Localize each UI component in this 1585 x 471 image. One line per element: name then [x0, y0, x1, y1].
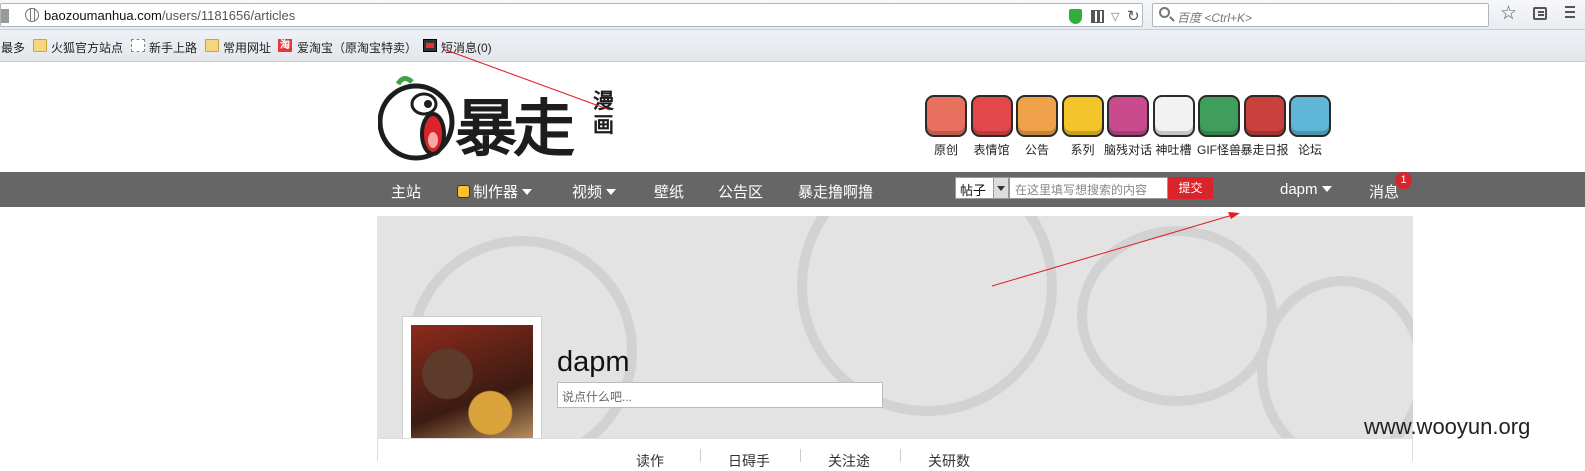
taobao-icon: 淘 — [278, 39, 292, 52]
status-input[interactable]: 说点什么吧... — [557, 382, 883, 408]
reload-icon[interactable]: ↻ — [1127, 7, 1140, 25]
message-count-badge: 1 — [1395, 172, 1412, 189]
avatar[interactable] — [402, 316, 542, 456]
chevron-down-icon[interactable]: ▽ — [1111, 10, 1119, 23]
tab-edge — [1, 9, 9, 23]
nav-wallpaper[interactable]: 壁纸 — [654, 181, 684, 202]
forum-icon — [1289, 95, 1331, 137]
caret-down-icon — [1321, 186, 1332, 192]
bookmark-newbie[interactable]: 新手上路 — [149, 39, 197, 56]
maker-icon — [457, 185, 470, 198]
channel-label: GIF怪兽 — [1197, 143, 1241, 157]
channel-label: 神吐槽 — [1155, 143, 1192, 157]
folder-icon — [205, 39, 219, 52]
nav-lol[interactable]: 暴走撸啊撸 — [798, 181, 873, 202]
url-input[interactable]: baozoumanhua.com/users/1181656/articles … — [0, 3, 1143, 27]
channel-label: 公告 — [1024, 143, 1049, 157]
tab-works[interactable]: 读作 — [636, 451, 664, 471]
search-submit-button[interactable]: 提交 — [1168, 177, 1213, 199]
bookmark-firefox[interactable]: 火狐官方站点 — [51, 39, 123, 56]
face-icon — [970, 95, 1013, 137]
message-icon — [423, 39, 437, 52]
profile-username: dapm — [557, 346, 630, 378]
menu-icon[interactable] — [1565, 6, 1575, 8]
daily-icon — [1243, 95, 1286, 137]
nav-maker[interactable]: 制作器 — [457, 181, 533, 202]
logo-subtext: 漫画 — [593, 90, 614, 137]
caret-down-icon — [606, 189, 617, 195]
channel-label: 表情馆 — [973, 143, 1010, 157]
shield-icon[interactable] — [1069, 9, 1082, 24]
caret-down-icon — [522, 189, 533, 195]
pencil-icon — [925, 95, 967, 137]
tab-divider — [800, 449, 801, 462]
channel-link[interactable]: 表情馆 — [966, 95, 1018, 158]
channel-label: 系列 — [1070, 143, 1095, 157]
main-nav — [0, 172, 1585, 207]
bookmark-common[interactable]: 常用网址 — [223, 39, 271, 56]
bookmark-most[interactable]: 最多 — [1, 39, 25, 56]
channel-label: 原创 — [933, 143, 958, 157]
watermark: www.wooyun.org — [1364, 414, 1531, 439]
globe-icon — [25, 8, 39, 22]
tv-icon — [1061, 95, 1104, 137]
nav-home[interactable]: 主站 — [391, 181, 421, 202]
bookmarks-bar: 最多 火狐官方站点 新手上路 常用网址 淘 爱淘宝（原淘宝特卖） 短消息(0) — [0, 30, 1585, 62]
profile-tabs: 读作 日碍手 关注途 关研数 — [377, 438, 1413, 469]
bookmark-taobao[interactable]: 爱淘宝（原淘宝特卖） — [297, 39, 417, 56]
channel-link[interactable]: GIF怪兽 — [1193, 95, 1245, 158]
browser-search-input[interactable]: 百度 <Ctrl+K> — [1152, 3, 1489, 27]
channel-link[interactable]: 脑残对话 — [1102, 95, 1154, 158]
page-icon — [131, 39, 145, 52]
channel-label: 暴走日报 — [1240, 143, 1289, 157]
tab-divider — [700, 449, 701, 462]
reading-list-icon[interactable] — [1533, 7, 1547, 20]
chevron-down-icon — [993, 178, 1008, 198]
bookmark-messages[interactable]: 短消息(0) — [441, 39, 492, 56]
vs-icon — [1107, 95, 1149, 137]
browser-toolbar: baozoumanhua.com/users/1181656/articles … — [0, 0, 1585, 30]
avatar-photo — [411, 325, 533, 447]
channel-label: 论坛 — [1297, 143, 1322, 157]
search-icon — [1159, 7, 1170, 18]
notice-icon — [1016, 95, 1058, 137]
folder-icon — [33, 39, 47, 52]
messages-link[interactable]: 消息 — [1369, 181, 1399, 202]
banner-doodle — [1077, 226, 1277, 406]
qr-code-icon[interactable] — [1091, 10, 1104, 23]
cat-icon — [1152, 95, 1195, 137]
search-placeholder: 百度 <Ctrl+K> — [1177, 11, 1253, 25]
search-type-select[interactable]: 帖子 — [955, 177, 1009, 199]
channel-link[interactable]: 系列 — [1057, 95, 1109, 158]
tab-diary[interactable]: 日碍手 — [728, 451, 770, 471]
nav-announcements[interactable]: 公告区 — [718, 181, 763, 202]
tab-divider — [900, 449, 901, 462]
bookmark-star-icon[interactable]: ☆ — [1500, 2, 1517, 25]
monster-icon — [1198, 95, 1240, 137]
nav-video[interactable]: 视频 — [572, 181, 617, 202]
logo-text[interactable]: 暴走 — [455, 78, 575, 168]
url-text[interactable]: baozoumanhua.com/users/1181656/articles — [44, 8, 295, 23]
channel-link[interactable]: 论坛 — [1284, 95, 1336, 158]
tab-followers[interactable]: 关研数 — [928, 451, 970, 471]
channel-link[interactable]: 原创 — [920, 95, 972, 158]
user-menu[interactable]: dapm — [1280, 181, 1332, 198]
tab-following[interactable]: 关注途 — [828, 451, 870, 471]
channel-label: 脑残对话 — [1103, 143, 1152, 157]
channel-link[interactable]: 暴走日报 — [1239, 95, 1291, 158]
site-search-input[interactable]: 在这里填写想搜索的内容 — [1009, 177, 1168, 199]
channel-link[interactable]: 神吐槽 — [1148, 95, 1200, 158]
channel-link[interactable]: 公告 — [1011, 95, 1063, 158]
